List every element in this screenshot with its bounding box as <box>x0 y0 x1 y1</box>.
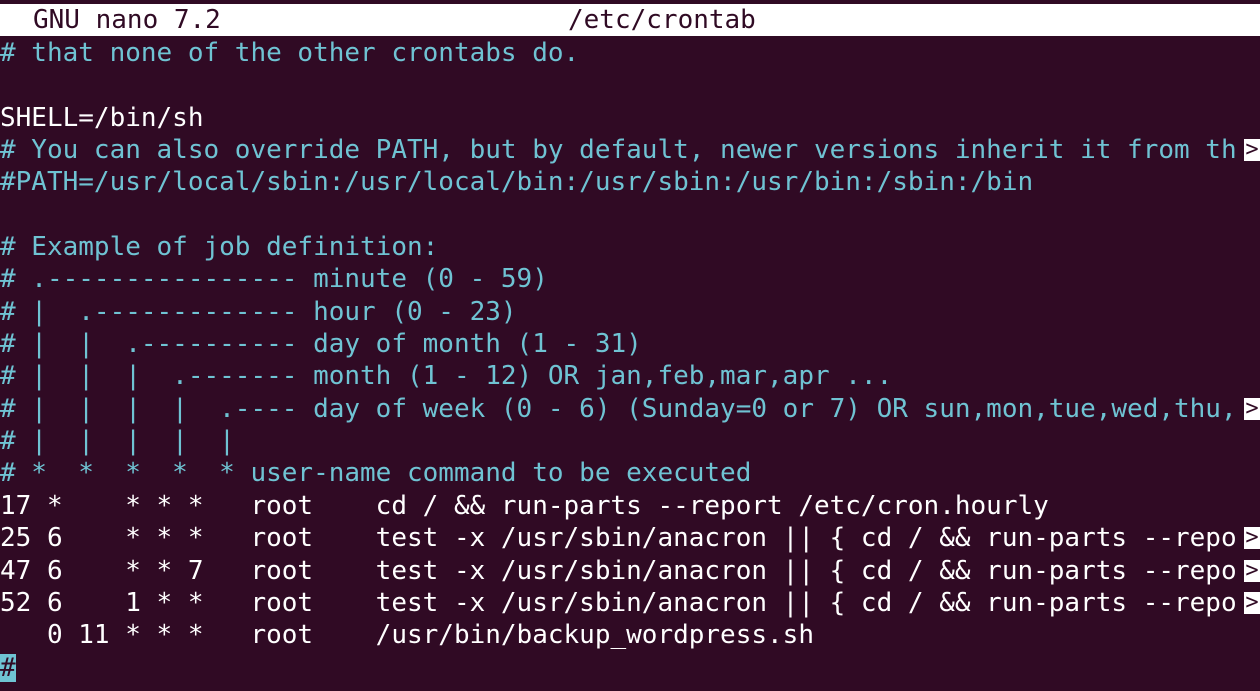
title-bar: GNU nano 7.2 /etc/crontab <box>0 4 1260 36</box>
file-name: /etc/crontab <box>568 5 756 35</box>
truncation-marker: > <box>1244 589 1260 615</box>
editor-line[interactable]: # | | | | | <box>0 425 1260 457</box>
editor-line[interactable]: # <box>0 652 1260 684</box>
editor-line[interactable]: 0 11 * * * root /usr/bin/backup_wordpres… <box>0 619 1260 651</box>
editor-line[interactable]: 17 * * * * root cd / && run-parts --repo… <box>0 490 1260 522</box>
truncation-marker: > <box>1244 395 1260 421</box>
editor-line[interactable]: # | .------------- hour (0 - 23) <box>0 296 1260 328</box>
editor-line[interactable]: # * * * * * user-name command to be exec… <box>0 457 1260 489</box>
truncation-marker: > <box>1244 137 1260 163</box>
editor-line[interactable]: # Example of job definition: <box>0 231 1260 263</box>
app-title: GNU nano 7.2 <box>33 5 221 35</box>
truncation-marker: > <box>1244 525 1260 551</box>
editor-line[interactable]: 47 6 * * 7 root test -x /usr/sbin/anacro… <box>0 555 1260 587</box>
editor-line[interactable]: 25 6 * * * root test -x /usr/sbin/anacro… <box>0 522 1260 554</box>
editor-line[interactable]: # that none of the other crontabs do. <box>0 37 1260 69</box>
truncation-marker: > <box>1244 557 1260 583</box>
editor-line[interactable]: # | | | .------- month (1 - 12) OR jan,f… <box>0 360 1260 392</box>
editor-line[interactable]: # .---------------- minute (0 - 59) <box>0 263 1260 295</box>
editor-line[interactable]: # You can also override PATH, but by def… <box>0 134 1260 166</box>
editor-line[interactable]: 52 6 1 * * root test -x /usr/sbin/anacro… <box>0 587 1260 619</box>
editor-line[interactable] <box>0 199 1260 231</box>
editor-line[interactable] <box>0 69 1260 101</box>
editor-line[interactable]: SHELL=/bin/sh <box>0 102 1260 134</box>
editor-line[interactable]: # | | | | .---- day of week (0 - 6) (Sun… <box>0 393 1260 425</box>
editor-area[interactable]: # that none of the other crontabs do. SH… <box>0 37 1260 684</box>
editor-line[interactable]: #PATH=/usr/local/sbin:/usr/local/bin:/us… <box>0 166 1260 198</box>
editor-line[interactable]: # | | .---------- day of month (1 - 31) <box>0 328 1260 360</box>
text-cursor: # <box>0 652 16 683</box>
